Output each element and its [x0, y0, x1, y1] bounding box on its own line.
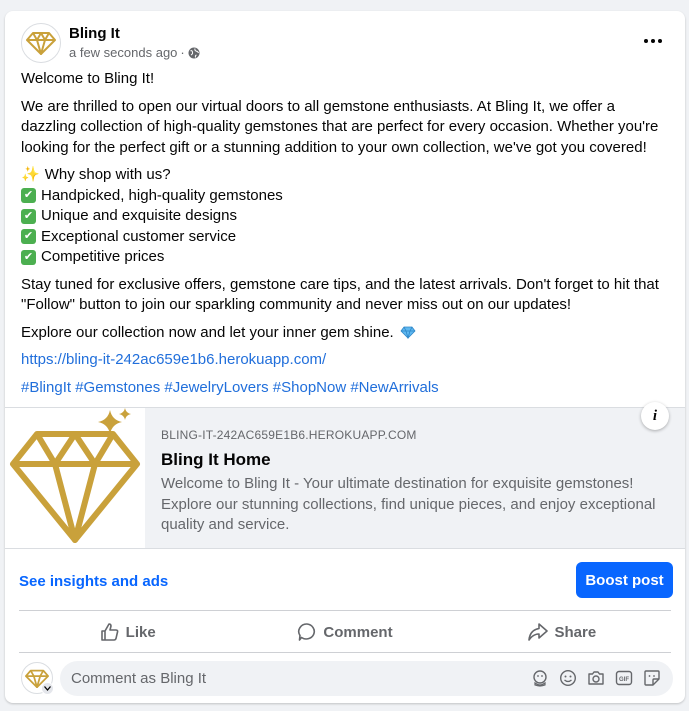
bullet-text: Exceptional customer service: [41, 227, 237, 245]
link-preview-info: BLING-IT-242AC659E1B6.HEROKUAPP.COM Blin…: [161, 428, 671, 536]
post-text: Welcome to Bling It! We are thrilled to …: [21, 69, 671, 405]
comment-placeholder: Comment as Bling It: [71, 670, 207, 687]
diamond-logo-icon: [26, 32, 56, 55]
bullet-text: Competitive prices: [41, 248, 165, 265]
globe-icon[interactable]: [188, 47, 200, 59]
bullet-text: Unique and exquisite designs: [41, 207, 237, 224]
bullet-item: ✔ Exceptional customer service: [21, 227, 671, 248]
link-preview[interactable]: BLING-IT-242AC659E1B6.HEROKUAPP.COM Blin…: [5, 402, 685, 549]
avatar-sticker-icon[interactable]: [531, 669, 549, 687]
explore-text: Explore our collection now and let your …: [21, 323, 394, 341]
bullet-item: ✔ Competitive prices: [21, 247, 671, 268]
post-greeting: Welcome to Bling It!: [21, 70, 155, 87]
gem-icon: [400, 326, 416, 339]
meta-separator: ·: [180, 45, 185, 60]
share-label: Share: [554, 623, 597, 641]
post-stay-tuned: Stay tuned for exclusive offers, gemston…: [21, 275, 659, 314]
post-header: Bling It a few seconds ago ·: [5, 11, 685, 69]
why-list: ✨ Why shop with us? ✔ Handpicked, high-q…: [21, 165, 671, 268]
check-icon: ✔: [21, 188, 36, 204]
comment-button[interactable]: Comment: [236, 613, 453, 651]
composer-icons: GIF: [531, 669, 661, 687]
link-preview-title[interactable]: Bling It Home: [161, 450, 671, 470]
comment-label: Comment: [323, 623, 393, 641]
why-heading-text: Why shop with us?: [44, 166, 171, 183]
info-icon[interactable]: i: [641, 402, 669, 430]
gif-icon[interactable]: GIF: [615, 669, 633, 687]
more-options-icon[interactable]: [635, 29, 671, 53]
bullet-text: Handpicked, high-quality gemstones: [41, 186, 283, 204]
like-label: Like: [125, 623, 156, 641]
thumbs-up-icon: [100, 623, 119, 641]
divider: [19, 610, 671, 611]
bullet-item: ✔ Handpicked, high-quality gemstones: [21, 186, 671, 207]
comment-input[interactable]: Comment as Bling It GIF: [60, 661, 673, 696]
post-card: Bling It a few seconds ago · Welcome to …: [5, 11, 685, 703]
divider: [19, 652, 671, 653]
check-icon: ✔: [21, 208, 36, 224]
post-hashtags[interactable]: #BlingIt #Gemstones #JewelryLovers #Shop…: [21, 378, 671, 399]
link-preview-description: Welcome to Bling It - Your ultimate dest…: [161, 475, 656, 533]
page-avatar[interactable]: [21, 23, 61, 63]
post-actions: Like Comment Share: [19, 613, 671, 651]
sticker-icon[interactable]: [643, 669, 661, 687]
see-insights-link[interactable]: See insights and ads: [19, 573, 168, 590]
share-button[interactable]: Share: [454, 613, 671, 651]
post-timestamp[interactable]: a few seconds ago: [69, 45, 177, 60]
sparkles-icon: ✨: [21, 166, 40, 183]
check-icon: ✔: [21, 249, 36, 265]
emoji-icon[interactable]: [559, 669, 577, 687]
post-meta: a few seconds ago ·: [69, 45, 200, 60]
post-url-link[interactable]: https://bling-it-242ac659e1b6.herokuapp.…: [21, 350, 671, 371]
camera-icon[interactable]: [587, 669, 605, 687]
check-icon: ✔: [21, 229, 36, 245]
share-arrow-icon: [528, 623, 549, 641]
bullet-item: ✔ Unique and exquisite designs: [21, 206, 671, 227]
like-button[interactable]: Like: [19, 613, 236, 651]
gold-diamond-logo-icon: [10, 408, 140, 543]
post-intro: We are thrilled to open our virtual door…: [21, 97, 659, 156]
link-preview-domain: BLING-IT-242AC659E1B6.HEROKUAPP.COM: [161, 428, 417, 442]
why-heading: ✨ Why shop with us?: [21, 165, 671, 186]
boost-post-button[interactable]: Boost post: [576, 562, 673, 598]
link-preview-image: [5, 408, 145, 548]
post-explore: Explore our collection now and let your …: [21, 323, 671, 344]
comment-bubble-icon: [298, 623, 316, 641]
svg-text:GIF: GIF: [619, 677, 629, 683]
chevron-down-icon[interactable]: [41, 682, 54, 695]
page-name[interactable]: Bling It: [69, 25, 120, 42]
